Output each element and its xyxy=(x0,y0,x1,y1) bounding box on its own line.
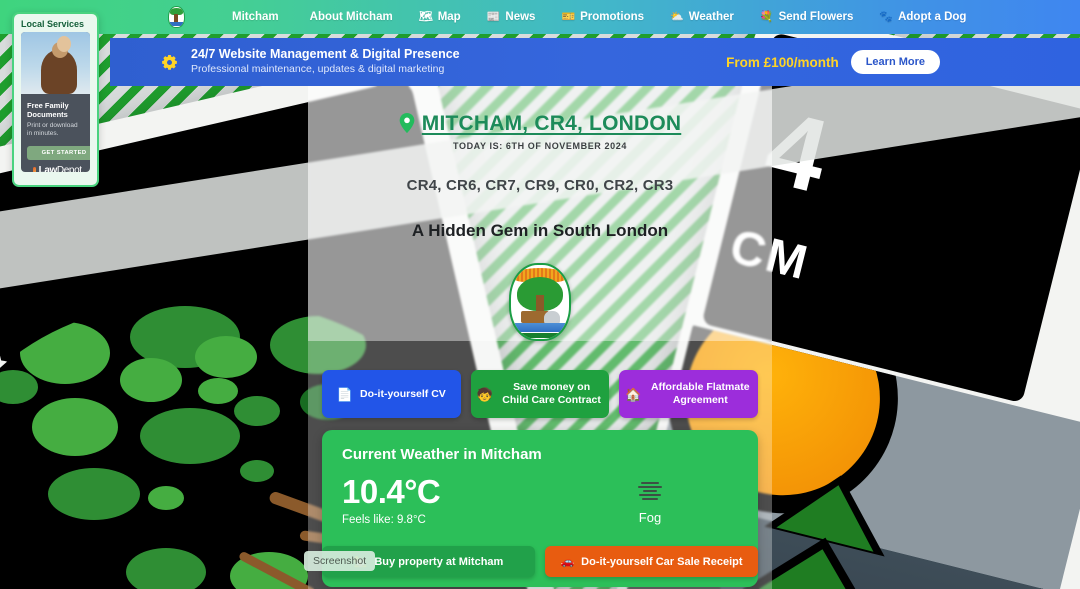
postcode-list: CR4, CR6, CR7, CR9, CR0, CR2, CR3 xyxy=(406,177,674,194)
child-icon: 🧒 xyxy=(476,386,493,402)
nav-label-weather: Weather xyxy=(688,11,734,23)
location-pin-icon xyxy=(399,112,415,136)
diy-cv-button[interactable]: 📄 Do-it-yourself CV xyxy=(322,370,461,419)
nav-label-about-mitcham: About Mitcham xyxy=(309,11,393,23)
tagline: A Hidden Gem in South London xyxy=(411,221,669,240)
child-care-contract-label: Save money on Child Care Contract xyxy=(502,381,601,407)
learn-more-button[interactable]: Learn More xyxy=(850,50,940,74)
weather-icon: ⛅ xyxy=(670,10,684,23)
nav-label-news: News xyxy=(505,11,536,23)
location-heading: MITCHAM, CR4, LONDON xyxy=(308,112,772,136)
ad-description: Print or download in minutes. xyxy=(27,121,78,138)
lawdepot-logo: LawDepot. xyxy=(27,160,84,172)
nav-item-news[interactable]: 📰 News xyxy=(474,5,549,29)
house-icon: 🏠 xyxy=(625,386,642,402)
nav-label-send-flowers: Send Flowers xyxy=(778,11,854,23)
diy-cv-label: Do-it-yourself CV xyxy=(360,387,446,400)
child-care-contract-button[interactable]: 🧒 Save money on Child Care Contract xyxy=(470,370,610,419)
banner-price: From £100/month xyxy=(726,54,839,70)
document-icon: 📄 xyxy=(336,386,354,402)
bottom-action-buttons: 🏡 Buy property at Mitcham 🚗 Do-it-yourse… xyxy=(322,546,758,577)
nav-label-map: Map xyxy=(437,11,461,23)
hero-sheet: MITCHAM, CR4, LONDON TODAY IS: 6TH OF NO… xyxy=(308,86,772,341)
page-root: MH M H xyxy=(0,0,1080,589)
ad-photo xyxy=(21,32,90,94)
nav-links: Mitcham About Mitcham 🗺 Map 📰 News 🎫 Pro… xyxy=(214,5,979,29)
brand-name-bold: Law xyxy=(38,164,58,172)
nav-item-map[interactable]: 🗺 Map xyxy=(406,5,474,29)
ticket-icon: 🎫 xyxy=(561,10,576,23)
promo-banner: 24/7 Website Management & Digital Presen… xyxy=(110,38,1080,86)
nav-item-weather[interactable]: ⛅ Weather xyxy=(657,5,747,29)
quick-action-buttons: 📄 Do-it-yourself CV 🧒 Save money on Chil… xyxy=(308,370,772,419)
ad-panel-title: Local Services xyxy=(21,19,85,29)
lawdepot-mark-icon xyxy=(33,166,36,172)
weather-card-title: Current Weather in Mitcham xyxy=(342,446,542,464)
weather-feels-like: Feels like: 9.8°C xyxy=(342,514,426,527)
ad-body: Free Family Documents Print or download … xyxy=(21,94,90,172)
map-icon: 🗺 xyxy=(418,10,433,23)
nav-item-promotions[interactable]: 🎫 Promotions xyxy=(548,5,657,29)
mitcham-coat-of-arms-icon xyxy=(509,263,571,341)
page-title[interactable]: MITCHAM, CR4, LONDON xyxy=(422,112,682,136)
ad-headline: Free Family Documents xyxy=(27,101,69,120)
today-date-line: TODAY IS: 6TH OF NOVEMBER 2024 xyxy=(453,141,627,151)
weather-condition-block: Fog xyxy=(638,482,662,525)
banner-title: 24/7 Website Management & Digital Presen… xyxy=(191,47,460,62)
weather-condition-label: Fog xyxy=(638,510,662,526)
newspaper-icon: 📰 xyxy=(486,10,501,23)
nav-item-send-flowers[interactable]: 💐 Send Flowers xyxy=(747,5,866,29)
site-logo[interactable] xyxy=(166,5,186,29)
ad-creative[interactable]: Free Family Documents Print or download … xyxy=(21,32,90,172)
buy-property-label: Buy property at Mitcham xyxy=(374,555,504,568)
car-sale-receipt-button[interactable]: 🚗 Do-it-yourself Car Sale Receipt xyxy=(545,546,758,577)
nav-item-about-mitcham[interactable]: About Mitcham xyxy=(292,5,406,29)
local-services-ad-panel[interactable]: Local Services Free Family Documents Pri… xyxy=(12,12,99,187)
brand-name-light: Depot. xyxy=(56,164,84,172)
main-content-column: MITCHAM, CR4, LONDON TODAY IS: 6TH OF NO… xyxy=(308,86,772,589)
car-sale-receipt-label: Do-it-yourself Car Sale Receipt xyxy=(581,555,743,568)
fog-icon xyxy=(638,482,662,501)
mitcham-crest-icon xyxy=(167,6,185,28)
paw-icon: 🐾 xyxy=(879,10,894,23)
flatmate-agreement-button[interactable]: 🏠 Affordable Flatmate Agreement xyxy=(619,370,759,419)
top-navigation-bar: Mitcham About Mitcham 🗺 Map 📰 News 🎫 Pro… xyxy=(0,0,1080,34)
banner-subtitle: Professional maintenance, updates & digi… xyxy=(191,62,445,75)
nav-label-mitcham: Mitcham xyxy=(232,11,279,23)
weather-temperature: 10.4°C xyxy=(342,473,441,511)
crest-container xyxy=(308,263,772,341)
get-started-button[interactable]: GET STARTED xyxy=(27,145,90,160)
screenshot-badge: Screenshot xyxy=(304,551,376,571)
flatmate-agreement-label: Affordable Flatmate Agreement xyxy=(650,381,750,407)
banner-text-block: 24/7 Website Management & Digital Presen… xyxy=(191,47,460,76)
nav-label-promotions: Promotions xyxy=(580,11,645,23)
flowers-icon: 💐 xyxy=(759,10,774,23)
nav-label-adopt-a-dog: Adopt a Dog xyxy=(898,11,967,23)
banner-cta-group: From £100/month Learn More xyxy=(726,50,940,74)
gears-icon xyxy=(160,53,179,72)
nav-item-mitcham[interactable]: Mitcham xyxy=(214,5,292,29)
car-icon: 🚗 xyxy=(560,556,575,568)
nav-item-adopt-a-dog[interactable]: 🐾 Adopt a Dog xyxy=(866,5,979,29)
